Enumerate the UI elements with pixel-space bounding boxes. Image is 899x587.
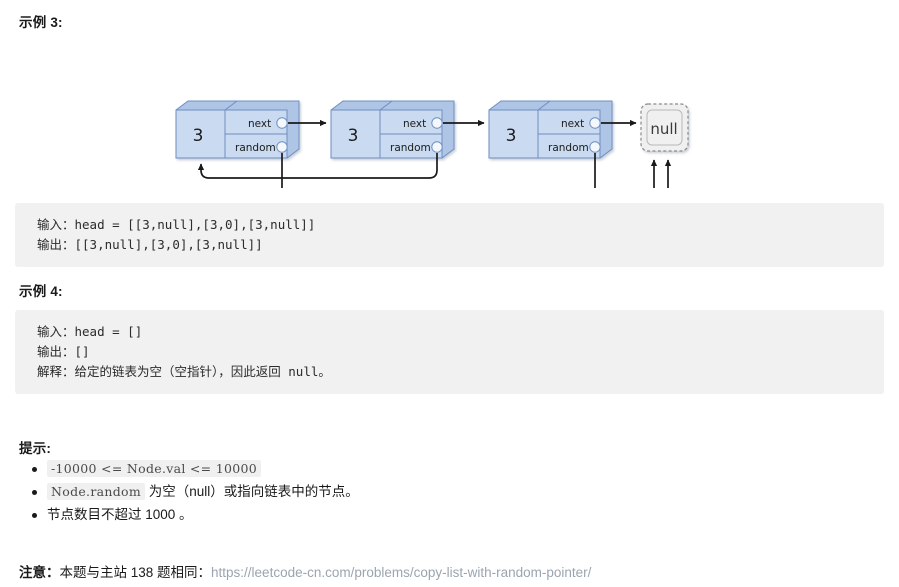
node-3-next-label: next [561,118,584,130]
node-2-value: 3 [348,126,359,146]
linked-list-diagram: 3 next random 3 next random 3 next rando… [0,48,899,188]
node-2-next-port [431,117,443,129]
hint-code: Node.random [47,483,145,500]
code-line: 输出：[[3,null],[3,0],[3,null]] [37,237,263,252]
code-line: 输入：head = [] [37,324,143,339]
node-2-random-label: random [390,142,431,154]
hint-item: 节点数目不超过 1000 。 [32,504,359,526]
node-1-random-label: random [235,142,276,154]
node-2-next-label: next [403,118,426,130]
hints-title: 提示: [19,441,52,456]
hints-list: -10000 <= Node.val <= 10000 Node.random … [19,458,359,527]
hint-text: 节点数目不超过 1000 。 [47,507,193,522]
node-1-value: 3 [193,126,204,146]
code-line: 输入：head = [[3,null],[3,0],[3,null]] [37,217,316,232]
example-4-title: 示例 4: [19,284,63,299]
code-line: 解释：给定的链表为空（空指针），因此返回 null。 [37,364,331,379]
random-arrow-3-to-null [594,153,658,188]
hint-item: Node.random 为空（null）或指向链表中的节点。 [32,481,359,503]
list-node-1: 3 next random [175,100,300,159]
example-3-title: 示例 3: [19,15,63,30]
hint-code: -10000 <= Node.val <= 10000 [47,460,261,477]
node-3-value: 3 [506,126,517,146]
footer-note-text: 本题与主站 138 题相同： [59,565,212,580]
example-3-code-block: 输入：head = [[3,null],[3,0],[3,null]] 输出：[… [15,203,884,267]
example-4-code-block: 输入：head = [] 输出：[] 解释：给定的链表为空（空指针），因此返回 … [15,310,884,394]
node-3-random-label: random [548,142,589,154]
node-1-next-label: next [248,118,271,130]
node-1-next-port [276,117,288,129]
null-node-label: null [650,120,677,138]
footer-note: 注意：本题与主站 138 题相同：https://leetcode-cn.com… [19,561,591,581]
null-node: null [640,103,689,152]
node-2-random-port [431,141,443,153]
list-node-2: 3 next random [330,100,455,159]
footer-note-label: 注意： [19,565,60,580]
node-1-random-port [276,141,288,153]
hint-item: -10000 <= Node.val <= 10000 [32,458,359,480]
problem-link[interactable]: https://leetcode-cn.com/problems/copy-li… [211,565,591,580]
list-node-3: 3 next random [488,100,613,159]
code-line: 输出：[] [37,344,90,359]
node-3-random-port [589,141,601,153]
hint-text: 为空（null）或指向链表中的节点。 [145,484,359,499]
node-3-next-port [589,117,601,129]
